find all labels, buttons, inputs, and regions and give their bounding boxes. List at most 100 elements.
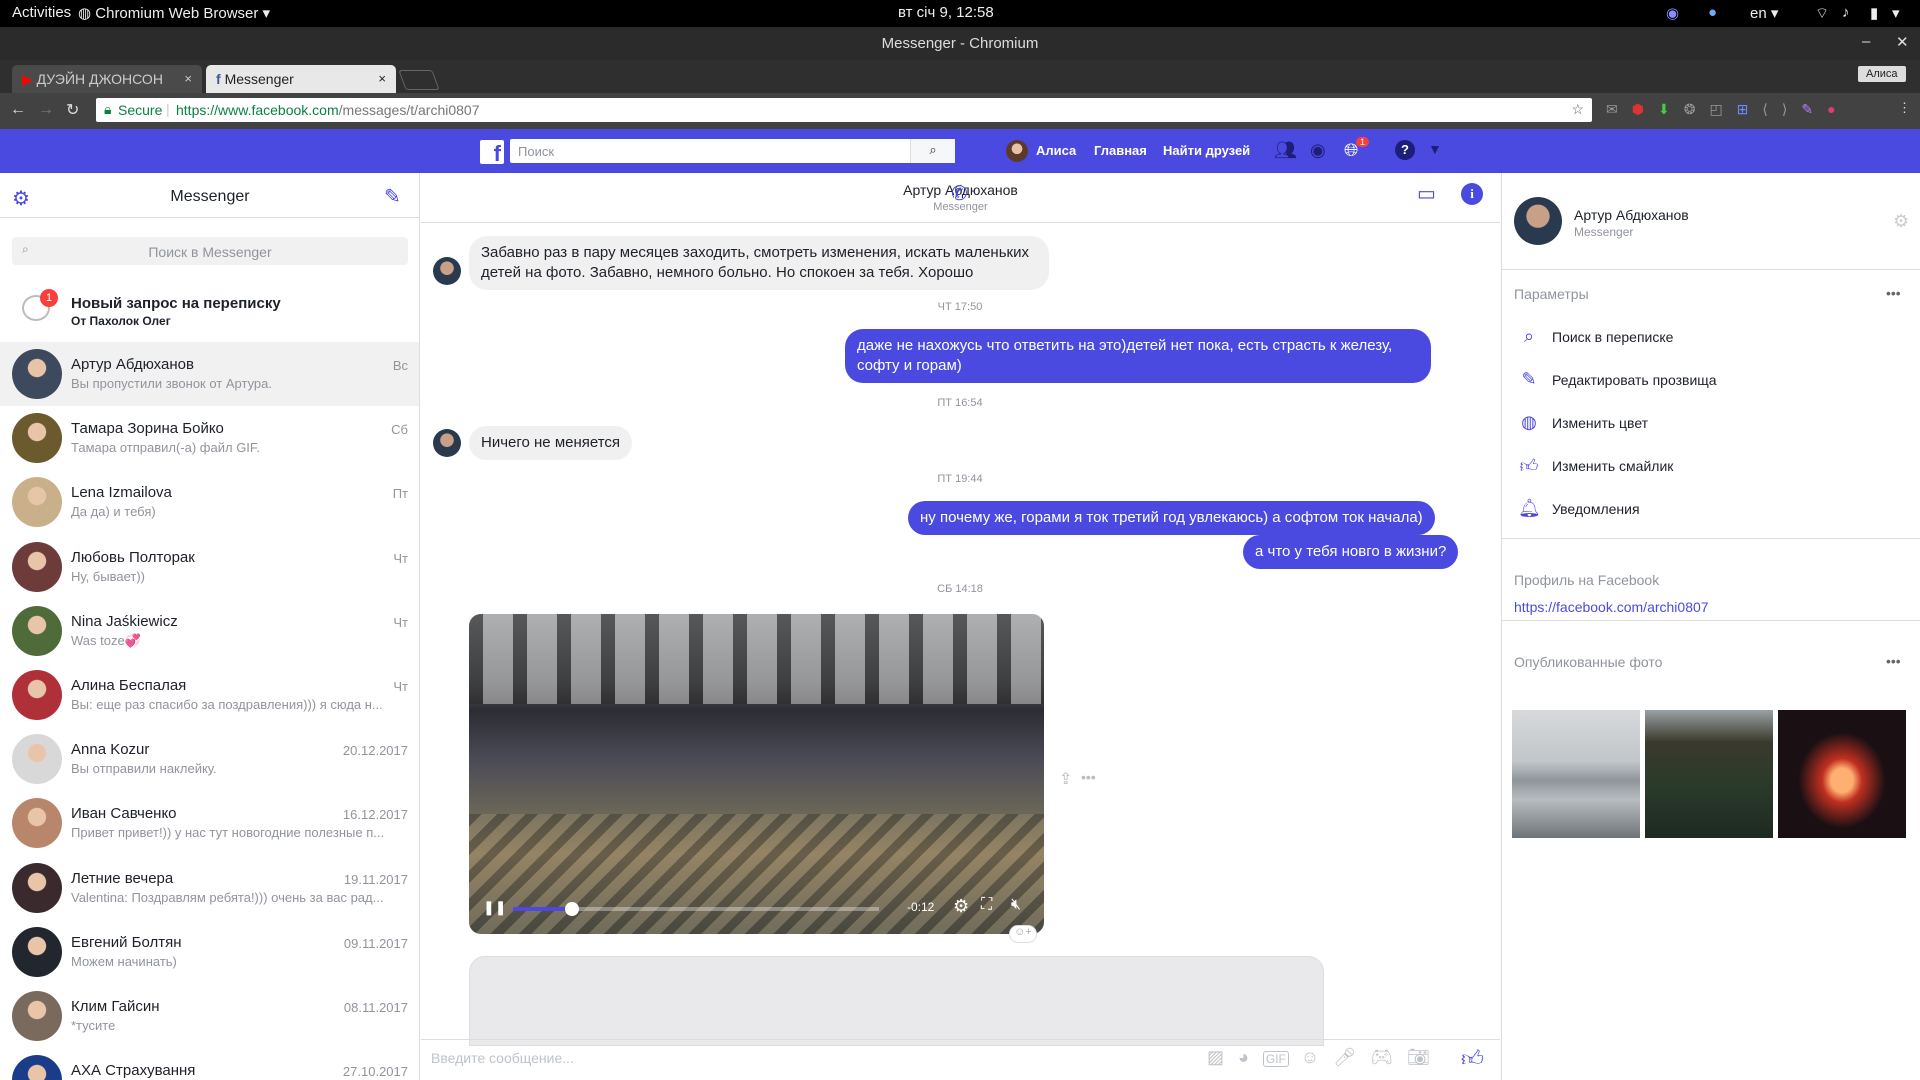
option-change-color[interactable]: Изменить цвет [1552,415,1648,431]
option-notifications[interactable]: Уведомления [1552,501,1640,517]
timestamp: СБ 14:18 [937,583,983,595]
video-scrub-handle[interactable] [564,902,579,916]
address-bar[interactable]: 🔒︎ Secure | https://www.facebook.com/mes… [96,98,1592,122]
extension-translate-icon[interactable]: ⊞ [1737,101,1763,117]
compose-icon[interactable]: ✎ [384,184,401,209]
skype-tray-icon[interactable]: ● [1708,4,1717,21]
wifi-icon[interactable]: ⌔ [1815,4,1829,23]
video-progress-track[interactable] [513,902,879,916]
extension-gear-icon[interactable]: ❂ [1684,101,1710,117]
conversation-row[interactable]: Иван Савченко Привет привет!)) у нас тут … [0,791,419,855]
back-icon[interactable]: ← [10,101,26,119]
game-icon[interactable]: 🎮︎ [1370,1047,1407,1067]
add-reaction-icon[interactable]: ☺+ [1009,925,1037,943]
system-menu-chevron-icon[interactable]: ▾ [1892,4,1900,22]
tab-youtube[interactable]: ▶ ДУЭЙН ДЖОНСОН × [12,65,202,93]
video-player[interactable]: ❚❚ -0:12 ⚙ ⛶ 🔇︎ [469,614,1044,934]
message-input[interactable]: Введите сообщение... [431,1050,1051,1072]
language-indicator[interactable]: en ▾ [1750,4,1778,22]
conversation-row[interactable]: Любовь Полторак Ну, бывает)) Чт [0,535,419,599]
close-tab-icon[interactable]: × [184,71,192,86]
search-icon[interactable]: ⌕ [910,139,955,163]
settings-gear-icon[interactable]: ⚙ [1893,211,1909,232]
more-options-icon[interactable]: ••• [1886,285,1901,301]
reload-icon[interactable]: ↻ [66,100,79,120]
details-name[interactable]: Артур Абдюханов [1574,207,1689,223]
conversation-row[interactable]: АХА Страхування 27.10.2017 [0,1048,419,1080]
message-request-row[interactable]: 1 Новый запрос на переписку От Пахолок О… [0,277,419,341]
microphone-icon[interactable]: 🎤︎ [1333,1047,1370,1067]
attachment-preview[interactable] [469,956,1324,1046]
extension-pen-icon[interactable]: ✎ [1801,101,1827,117]
account-menu-chevron-icon[interactable]: ▼ [1428,141,1442,157]
conversation-info-icon[interactable]: i [1461,183,1483,205]
help-icon[interactable]: ? [1395,140,1415,160]
mute-icon[interactable]: 🔇︎ [1011,896,1021,914]
option-search-conversation[interactable]: Поиск в переписке [1552,329,1673,345]
conversation-row[interactable]: Клим Гайсин *тусите 08.11.2017 [0,984,419,1048]
extension-rss-icon[interactable]: ◰ [1709,101,1736,117]
minimize-icon[interactable]: – [1862,33,1870,50]
conversation-row[interactable]: Anna Kozur Вы отправили наклейку. 20.12.20… [0,727,419,791]
extension-heart-icon[interactable]: ● [1827,101,1849,117]
conversation-row[interactable]: Тамара Зорина Бойко Тамара отправил(-а) ф… [0,406,419,470]
new-tab-button[interactable] [398,70,440,90]
pause-icon[interactable]: ❚❚ [483,899,506,916]
option-change-emoji[interactable]: Изменить смайлик [1552,458,1673,474]
facebook-logo-icon[interactable]: f [480,140,504,166]
avatar[interactable] [1006,140,1028,162]
close-window-icon[interactable]: ✕ [1896,33,1909,51]
bookmark-star-icon[interactable]: ☆ [1571,101,1584,118]
extension-mail-icon[interactable]: ✉ [1606,101,1632,117]
photos-title[interactable]: Опубликованные фото [1514,654,1662,670]
conversation-row[interactable]: Nina Jaśkiewicz Was toze💞 Чт [0,599,419,663]
shared-photo[interactable] [1512,710,1640,838]
friend-requests-icon[interactable]: 👥︎ [1274,140,1297,161]
viber-tray-icon[interactable]: ◉ [1666,4,1679,22]
messenger-icon[interactable]: ◉ [1310,140,1326,161]
gif-icon[interactable]: GIF [1262,1051,1289,1067]
forward-icon[interactable]: → [38,101,54,119]
conversation-row[interactable]: Алина Беспалая Вы: еще раз спасибо за поз… [0,663,419,727]
messenger-search-input[interactable]: ⌕ Поиск в Messenger [12,237,408,265]
conversation-row[interactable]: Lena Izmailova Да да) и тебя) Пт [0,470,419,534]
adblock-icon[interactable]: ⬢ [1632,101,1658,117]
battery-icon[interactable]: ▮ [1870,4,1878,22]
clock[interactable]: вт січ 9, 12:58 [898,4,994,21]
camera-icon[interactable]: 📷︎ [1407,1047,1444,1067]
shared-photo[interactable] [1645,710,1773,838]
volume-icon[interactable]: ♪ [1842,4,1850,21]
image-icon[interactable]: ▨ [1207,1047,1238,1067]
audio-call-icon[interactable]: ✆ [951,181,968,206]
sticker-icon[interactable]: ◕ [1238,1047,1263,1067]
conversation-row[interactable]: Евгений Болтян Можем начинать) 09.11.2017 [0,920,419,984]
more-options-icon[interactable]: ••• [1886,653,1901,669]
profile-link[interactable]: https://facebook.com/archi0807 [1514,599,1709,615]
tab-messenger[interactable]: f Messenger × [206,65,396,93]
extension-download-icon[interactable]: ⬇ [1658,101,1684,117]
find-friends-link[interactable]: Найти друзей [1163,143,1250,158]
conversation-row[interactable]: Летние вечера Valentina: Поздравлям ребят… [0,856,419,920]
fullscreen-icon[interactable]: ⛶ [981,896,992,914]
extension-code-icon[interactable]: ⟨⟩ [1762,101,1801,117]
thumbs-up-icon[interactable]: 👍︎ [1461,1045,1484,1072]
request-badge: 1 [40,289,58,307]
emoji-icon[interactable]: ☺ [1301,1047,1333,1067]
close-tab-icon[interactable]: × [378,71,386,86]
profile-button[interactable]: Алиса [1858,66,1906,82]
more-options-icon[interactable]: ••• [1081,769,1096,785]
params-title[interactable]: Параметры [1514,286,1589,302]
conversation-row[interactable]: Артур Абдюханов Вы пропустили звонок от А… [0,342,419,406]
browser-menu-icon[interactable]: ⋮ [1898,100,1911,116]
video-settings-icon[interactable]: ⚙ [953,896,969,917]
profile-link[interactable]: Алиса [1036,143,1076,158]
shared-photo[interactable] [1778,710,1906,838]
video-call-icon[interactable]: ▭ [1417,181,1436,206]
share-icon[interactable]: ⇪ [1059,769,1072,789]
avatar[interactable] [1514,197,1562,245]
app-menu[interactable]: ◍ Chromium Web Browser ▾ [78,4,270,22]
activities-button[interactable]: Activities [12,4,71,21]
home-link[interactable]: Главная [1094,143,1147,158]
facebook-search-input[interactable]: Поиск ⌕ [510,139,955,163]
option-edit-nicknames[interactable]: Редактировать прозвища [1552,372,1717,388]
